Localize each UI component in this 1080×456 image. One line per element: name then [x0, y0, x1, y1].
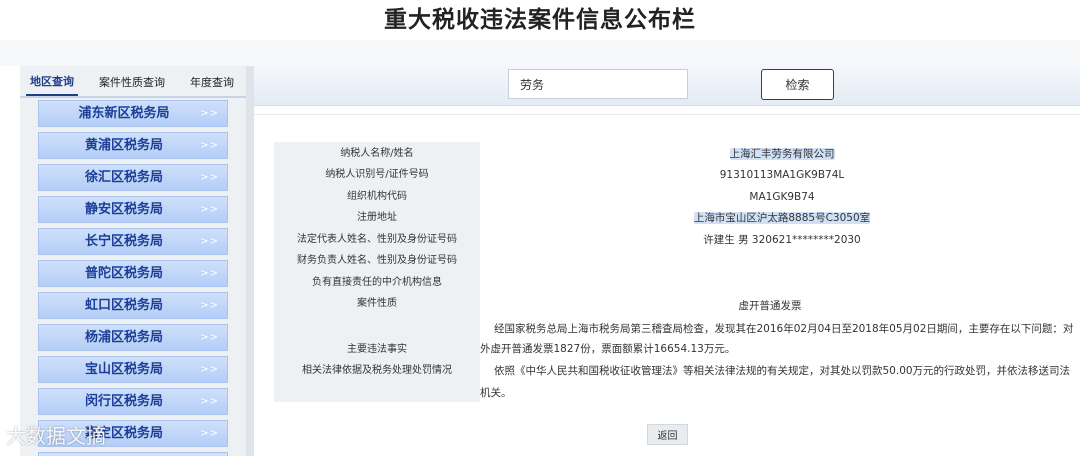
label-org-code: 组织机构代码	[347, 191, 407, 202]
district-item-baoshan[interactable]: 宝山区税务局 >>	[38, 356, 228, 383]
tab-case-nature-query[interactable]: 案件性质查询	[92, 66, 172, 96]
watermark: 大数据文摘	[6, 424, 106, 448]
search-input[interactable]	[508, 69, 688, 99]
double-chevron-right-icon: >>	[200, 300, 219, 311]
label-legal-basis: 相关法律依据及税务处理处罚情况	[302, 365, 452, 376]
district-item-huangpu[interactable]: 黄浦区税务局 >>	[38, 132, 228, 159]
value-taxpayer-name: 上海汇丰劳务有限公司	[729, 148, 835, 160]
divider	[254, 114, 1080, 115]
district-label: 宝山区税务局	[84, 362, 163, 377]
label-legal-rep: 法定代表人姓名、性别及身份证号码	[297, 234, 457, 245]
district-label: 杨浦区税务局	[84, 330, 163, 345]
district-item-changning[interactable]: 长宁区税务局 >>	[38, 228, 228, 255]
value-legal-basis: 依照《中华人民共和国税收征收管理法》等相关法律法规的有关规定，对其处以罚款50.…	[480, 365, 1071, 399]
district-item-hongkou[interactable]: 虹口区税务局 >>	[38, 292, 228, 319]
value-case-nature: 虚开普通发票	[738, 300, 802, 312]
value-org-code: MA1GK9B74	[749, 191, 815, 203]
double-chevron-right-icon: >>	[200, 140, 219, 151]
label-taxpayer-name: 纳税人名称/姓名	[340, 148, 414, 159]
double-chevron-right-icon: >>	[200, 396, 219, 407]
district-item-putuo[interactable]: 普陀区税务局 >>	[38, 260, 228, 287]
search-button[interactable]: 检索	[761, 69, 834, 100]
value-legal-rep: 许建生 男 320621********2030	[703, 234, 861, 246]
value-address: 上海市宝山区沪太路8885号C3050室	[693, 212, 871, 224]
district-label: 普陀区税务局	[84, 266, 163, 281]
district-label: 浦东新区税务局	[78, 106, 170, 121]
double-chevron-right-icon: >>	[200, 204, 219, 215]
tab-divider	[20, 96, 246, 98]
double-chevron-right-icon: >>	[200, 236, 219, 247]
sidebar: 地区查询 案件性质查询 年度查询 浦东新区税务局 >> 黄浦区税务局 >> 徐汇…	[20, 66, 246, 456]
value-taxpayer-id: 91310113MA1GK9B74L	[719, 169, 845, 181]
search-bar: 检索	[254, 66, 1080, 106]
district-item-pudong[interactable]: 浦东新区税务局 >>	[38, 100, 228, 127]
sidebar-scrollbar[interactable]	[246, 66, 254, 456]
district-label: 长宁区税务局	[84, 234, 163, 249]
double-chevron-right-icon: >>	[200, 428, 219, 439]
district-item-yangpu[interactable]: 杨浦区税务局 >>	[38, 324, 228, 351]
tab-year-query[interactable]: 年度查询	[182, 66, 242, 96]
district-label: 虹口区税务局	[84, 298, 163, 313]
case-detail: 纳税人名称/姓名 纳税人识别号/证件号码 组织机构代码 注册地址 法定代表人姓名…	[254, 106, 1080, 456]
double-chevron-right-icon: >>	[200, 172, 219, 183]
label-finance-head: 财务负责人姓名、性别及身份证号码	[297, 255, 457, 266]
double-chevron-right-icon: >>	[200, 268, 219, 279]
district-label: 闵行区税务局	[84, 394, 163, 409]
label-intermediary: 负有直接责任的中介机构信息	[312, 277, 442, 288]
district-label: 静安区税务局	[84, 202, 163, 217]
tab-region-query[interactable]: 地区查询	[26, 66, 78, 96]
double-chevron-right-icon: >>	[200, 332, 219, 343]
district-item-minhang[interactable]: 闵行区税务局 >>	[38, 388, 228, 415]
district-label: 徐汇区税务局	[84, 170, 163, 185]
district-item-partial[interactable]	[38, 452, 228, 456]
label-address: 注册地址	[357, 212, 397, 223]
double-chevron-right-icon: >>	[200, 364, 219, 375]
label-main-facts: 主要违法事实	[347, 344, 407, 355]
header-band	[0, 40, 1080, 66]
query-tabs: 地区查询 案件性质查询 年度查询	[20, 66, 246, 96]
district-item-xuhui[interactable]: 徐汇区税务局 >>	[38, 164, 228, 191]
field-label-panel: 纳税人名称/姓名 纳税人识别号/证件号码 组织机构代码 注册地址 法定代表人姓名…	[274, 142, 480, 402]
value-main-facts: 经国家税务总局上海市税务局第三稽查局检查，发现其在2016年02月04日至201…	[480, 323, 1074, 355]
label-case-nature: 案件性质	[357, 298, 397, 309]
label-taxpayer-id: 纳税人识别号/证件号码	[325, 169, 429, 180]
page-title: 重大税收违法案件信息公布栏	[384, 7, 696, 33]
double-chevron-right-icon: >>	[200, 108, 219, 119]
back-button[interactable]: 返回	[647, 424, 688, 445]
district-item-jingan[interactable]: 静安区税务局 >>	[38, 196, 228, 223]
district-label: 黄浦区税务局	[84, 138, 163, 153]
